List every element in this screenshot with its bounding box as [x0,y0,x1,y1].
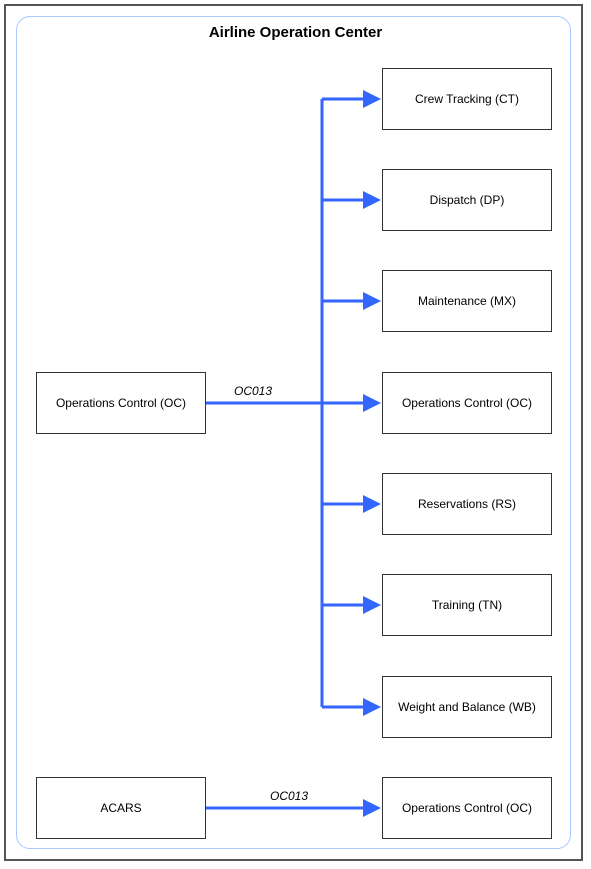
node-operations-control-target: Operations Control (OC) [382,372,552,434]
node-acars-target: Operations Control (OC) [382,777,552,839]
node-label: Operations Control (OC) [56,396,186,410]
node-label: Weight and Balance (WB) [398,700,536,714]
diagram-title: Airline Operation Center [0,24,591,41]
node-crew-tracking: Crew Tracking (CT) [382,68,552,130]
node-training: Training (TN) [382,574,552,636]
node-reservations: Reservations (RS) [382,473,552,535]
node-label: Reservations (RS) [418,497,516,511]
node-label: Dispatch (DP) [430,193,505,207]
node-label: Crew Tracking (CT) [415,92,519,106]
node-maintenance: Maintenance (MX) [382,270,552,332]
node-weight-balance: Weight and Balance (WB) [382,676,552,738]
node-operations-control-source: Operations Control (OC) [36,372,206,434]
node-label: Maintenance (MX) [418,294,516,308]
node-label: Operations Control (OC) [402,396,532,410]
node-label: ACARS [100,801,141,815]
node-acars: ACARS [36,777,206,839]
node-label: Training (TN) [432,598,502,612]
node-label: Operations Control (OC) [402,801,532,815]
edge-label-acars: OC013 [270,789,308,803]
edge-label-main: OC013 [234,384,272,398]
node-dispatch: Dispatch (DP) [382,169,552,231]
